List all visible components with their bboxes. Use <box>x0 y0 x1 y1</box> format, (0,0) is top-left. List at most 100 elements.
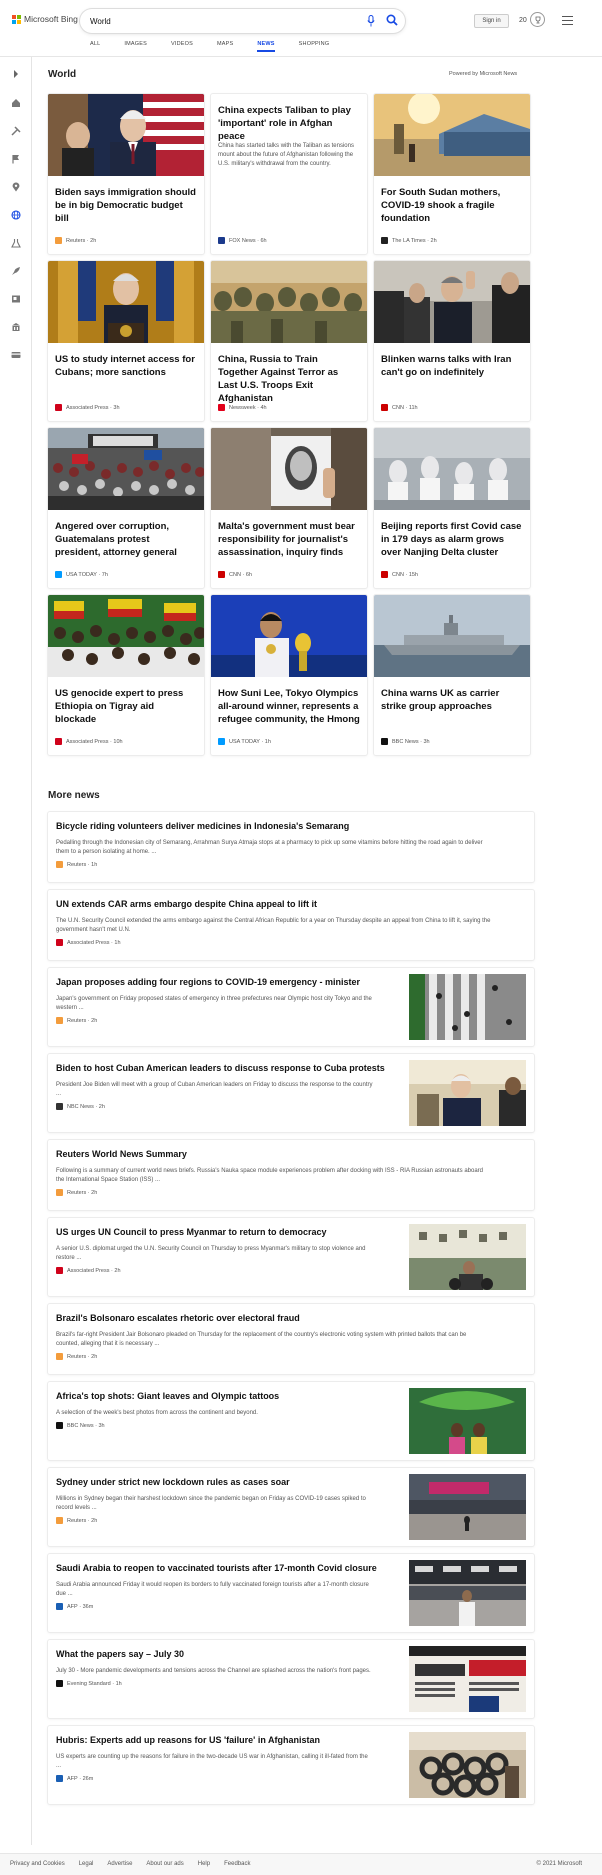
news-card[interactable]: US genocide expert to press Ethiopia on … <box>48 595 204 755</box>
more-news-title[interactable]: Brazil's Bolsonaro escalates rhetoric ov… <box>56 1313 300 1323</box>
footer-link-help[interactable]: Help <box>198 1861 210 1867</box>
source-name[interactable]: Reuters <box>67 1518 86 1524</box>
source-name[interactable]: Reuters <box>67 1354 86 1360</box>
more-news-title[interactable]: What the papers say – July 30 <box>56 1649 184 1659</box>
news-card-image[interactable] <box>48 94 204 176</box>
home-icon[interactable] <box>11 98 21 108</box>
powered-by-label[interactable]: Powered by Microsoft News <box>449 71 517 77</box>
rocket-icon[interactable] <box>11 266 21 276</box>
more-news-title[interactable]: Bicycle riding volunteers deliver medici… <box>56 821 349 831</box>
bank-icon[interactable] <box>11 322 21 332</box>
more-news-thumbnail[interactable] <box>409 1474 526 1540</box>
more-news-item[interactable]: Sydney under strict new lockdown rules a… <box>48 1468 534 1546</box>
source-name[interactable]: The LA Times <box>392 238 426 244</box>
source-name[interactable]: Associated Press <box>67 1268 110 1274</box>
source-name[interactable]: BBC News <box>392 739 419 745</box>
news-card-image[interactable] <box>48 428 204 510</box>
sign-in-button[interactable]: Sign in <box>474 14 509 28</box>
more-news-item[interactable]: UN extends CAR arms embargo despite Chin… <box>48 890 534 960</box>
more-news-item[interactable]: What the papers say – July 30 July 30 - M… <box>48 1640 534 1718</box>
tab-videos[interactable]: VIDEOS <box>171 41 193 52</box>
more-news-title[interactable]: UN extends CAR arms embargo despite Chin… <box>56 899 317 909</box>
news-card-title[interactable]: Malta's government must bear responsibil… <box>218 520 360 559</box>
more-news-thumbnail[interactable] <box>409 1646 526 1712</box>
source-name[interactable]: Reuters <box>66 238 85 244</box>
more-news-title[interactable]: Reuters World News Summary <box>56 1149 187 1159</box>
source-name[interactable]: CNN <box>392 572 404 578</box>
entertainment-icon[interactable] <box>11 294 21 304</box>
tools-icon[interactable] <box>11 126 21 136</box>
more-news-thumbnail[interactable] <box>409 1732 526 1798</box>
news-card-title[interactable]: US genocide expert to press Ethiopia on … <box>55 687 197 726</box>
news-card-title[interactable]: Beijing reports first Covid case in 179 … <box>381 520 523 559</box>
news-card[interactable]: How Suni Lee, Tokyo Olympics all-around … <box>211 595 367 755</box>
more-news-thumbnail[interactable] <box>409 1060 526 1126</box>
news-card-title[interactable]: For South Sudan mothers, COVID-19 shook … <box>381 186 523 225</box>
location-pin-icon[interactable] <box>11 182 21 192</box>
news-card[interactable]: China, Russia to Train Together Against … <box>211 261 367 421</box>
search-icon[interactable] <box>386 14 398 26</box>
source-name[interactable]: Newsweek <box>229 405 256 411</box>
tab-all[interactable]: ALL <box>90 41 100 52</box>
footer-link-legal[interactable]: Legal <box>79 1861 94 1867</box>
news-card-title[interactable]: China expects Taliban to play 'important… <box>218 104 360 143</box>
tab-images[interactable]: IMAGES <box>124 41 147 52</box>
more-news-title[interactable]: US urges UN Council to press Myanmar to … <box>56 1227 327 1237</box>
more-news-thumbnail[interactable] <box>409 974 526 1040</box>
more-news-item[interactable]: Saudi Arabia to reopen to vaccinated tou… <box>48 1554 534 1632</box>
footer-link-privacy[interactable]: Privacy and Cookies <box>10 1861 65 1867</box>
tab-maps[interactable]: MAPS <box>217 41 233 52</box>
more-news-item[interactable]: US urges UN Council to press Myanmar to … <box>48 1218 534 1296</box>
search-input[interactable] <box>90 14 350 28</box>
source-name[interactable]: Reuters <box>67 1018 86 1024</box>
source-name[interactable]: Associated Press <box>66 405 109 411</box>
more-news-title[interactable]: Africa's top shots: Giant leaves and Oly… <box>56 1391 279 1401</box>
more-news-item[interactable]: Biden to host Cuban American leaders to … <box>48 1054 534 1132</box>
source-name[interactable]: CNN <box>229 572 241 578</box>
microphone-icon[interactable] <box>367 15 375 27</box>
footer-link-feedback[interactable]: Feedback <box>224 1861 250 1867</box>
news-card[interactable]: Blinken warns talks with Iran can't go o… <box>374 261 530 421</box>
source-name[interactable]: NBC News <box>67 1104 94 1110</box>
tab-news[interactable]: NEWS <box>257 41 275 52</box>
flag-icon[interactable] <box>11 154 21 164</box>
source-name[interactable]: Associated Press <box>66 739 109 745</box>
news-card[interactable]: China warns UK as carrier strike group a… <box>374 595 530 755</box>
bing-logo[interactable]: Microsoft Bing <box>12 14 78 24</box>
source-name[interactable]: AFP <box>67 1604 78 1610</box>
news-card[interactable]: Malta's government must bear responsibil… <box>211 428 367 588</box>
news-card[interactable]: Beijing reports first Covid case in 179 … <box>374 428 530 588</box>
more-news-title[interactable]: Japan proposes adding four regions to CO… <box>56 977 360 987</box>
news-card-title[interactable]: US to study internet access for Cubans; … <box>55 353 197 379</box>
news-card[interactable]: Biden says immigration should be in big … <box>48 94 204 254</box>
search-box[interactable] <box>80 9 405 33</box>
news-card-title[interactable]: China, Russia to Train Together Against … <box>218 353 360 405</box>
news-card-image[interactable] <box>211 261 367 343</box>
news-card-image[interactable] <box>48 595 204 677</box>
card-icon[interactable] <box>11 350 21 360</box>
source-name[interactable]: AFP <box>67 1776 78 1782</box>
rewards-count[interactable]: 20 <box>519 17 527 24</box>
news-card-image[interactable] <box>48 261 204 343</box>
news-card-title[interactable]: China warns UK as carrier strike group a… <box>381 687 523 713</box>
news-card-title[interactable]: How Suni Lee, Tokyo Olympics all-around … <box>218 687 360 726</box>
chevron-right-icon[interactable] <box>11 69 21 79</box>
news-card-title[interactable]: Biden says immigration should be in big … <box>55 186 197 225</box>
news-card-image[interactable] <box>211 595 367 677</box>
more-news-item[interactable]: Africa's top shots: Giant leaves and Oly… <box>48 1382 534 1460</box>
more-news-item[interactable]: Japan proposes adding four regions to CO… <box>48 968 534 1046</box>
more-news-thumbnail[interactable] <box>409 1388 526 1454</box>
hamburger-menu-icon[interactable] <box>562 16 573 25</box>
source-name[interactable]: FOX News <box>229 238 256 244</box>
more-news-title[interactable]: Hubris: Experts add up reasons for US 'f… <box>56 1735 320 1745</box>
source-name[interactable]: BBC News <box>67 1423 94 1429</box>
news-card-image[interactable] <box>374 94 530 176</box>
source-name[interactable]: Associated Press <box>67 940 110 946</box>
news-card[interactable]: US to study internet access for Cubans; … <box>48 261 204 421</box>
source-name[interactable]: CNN <box>392 405 404 411</box>
news-card-image[interactable] <box>374 428 530 510</box>
more-news-title[interactable]: Sydney under strict new lockdown rules a… <box>56 1477 290 1487</box>
more-news-thumbnail[interactable] <box>409 1560 526 1626</box>
news-card[interactable]: China expects Taliban to play 'important… <box>211 94 367 254</box>
more-news-item[interactable]: Brazil's Bolsonaro escalates rhetoric ov… <box>48 1304 534 1374</box>
